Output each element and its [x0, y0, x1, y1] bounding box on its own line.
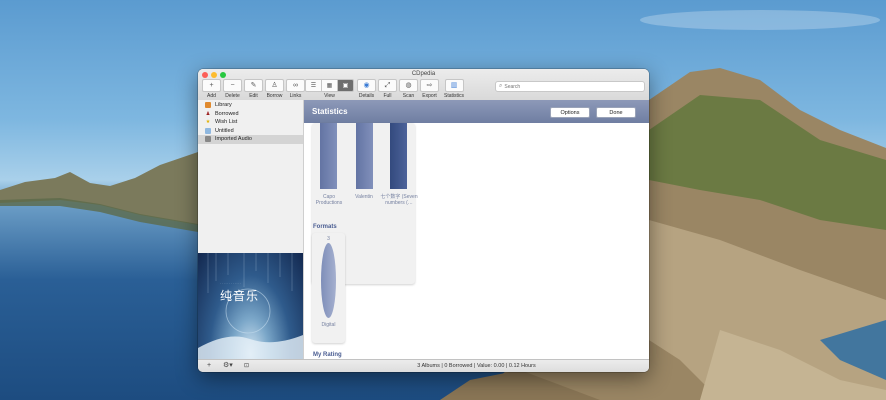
scan-label: Scan: [402, 93, 415, 99]
chart-label-capo-productions: Capo Productions: [315, 194, 343, 206]
page-title: Statistics: [312, 107, 348, 116]
delete-button[interactable]: − Delete: [223, 79, 242, 99]
formats-section-title: Formats: [313, 224, 337, 230]
delete-label: Delete: [225, 93, 240, 99]
grid-view-icon[interactable]: ▦: [322, 80, 338, 91]
cover-view-icon[interactable]: ▣: [338, 80, 353, 91]
title-bar: CDpedia + Add − Delete ✎ Edit ♙ Borrow ∞…: [198, 69, 649, 101]
fullscreen-icon: ⤢: [378, 79, 397, 92]
imported-audio-icon: [205, 136, 211, 143]
sidebar-item-label: Imported Audio: [215, 136, 252, 143]
links-button[interactable]: ∞ Links: [286, 79, 305, 99]
edit-label: Edit: [249, 93, 258, 99]
album-artwork: · · · · · · · · · · · · 纯音乐: [198, 253, 303, 359]
statistics-label: Statistics: [444, 93, 465, 99]
borrow-button[interactable]: ♙ Borrow: [265, 79, 284, 99]
add-label: Add: [207, 93, 216, 99]
chart-value-digital: 3: [327, 236, 330, 242]
statistics-button[interactable]: ▥ Statistics: [444, 79, 464, 99]
view-label: View: [324, 93, 335, 99]
sidebar-item-label: Untitled: [215, 127, 234, 134]
status-text: 3 Albums | 0 Borrowed | Value: 0.00 | 0.…: [417, 363, 536, 369]
export-icon: ⇨: [420, 79, 439, 92]
chart-label-seven-numbers: 七个数字 (Seven numbers (…: [380, 194, 418, 206]
gear-icon[interactable]: ⚙▾: [223, 362, 233, 370]
full-label: Full: [383, 93, 392, 99]
sidebar-toggle-icon[interactable]: ⊡: [244, 362, 249, 370]
pencil-icon: ✎: [244, 79, 263, 92]
sidebar-item-imported-audio[interactable]: Imported Audio: [198, 135, 303, 144]
chart-bar-capo-productions: [320, 123, 337, 189]
links-label: Links: [289, 93, 302, 99]
statistics-header: Statistics Options Done: [304, 100, 649, 123]
borrow-label: Borrow: [266, 93, 283, 99]
sidebar-item-untitled[interactable]: Untitled: [198, 127, 303, 136]
rating-section-title: My Rating: [313, 352, 342, 358]
sidebar-item-wish-list[interactable]: ★ Wish List: [198, 118, 303, 127]
sidebar: Library ♟ Borrowed ★ Wish List Untitled …: [198, 100, 304, 359]
library-icon: [205, 102, 211, 109]
artwork-subtitle: · · · · · · · · · · · ·: [220, 281, 242, 285]
add-button[interactable]: + Add: [202, 79, 221, 99]
search-input[interactable]: [502, 83, 625, 90]
list-view-icon[interactable]: ☰: [306, 80, 322, 91]
person-icon: ♟: [205, 110, 211, 117]
done-button[interactable]: Done: [596, 107, 636, 118]
window-title: CDpedia: [411, 71, 436, 77]
eye-icon: ◉: [357, 79, 376, 92]
sidebar-item-library[interactable]: Library: [198, 101, 303, 110]
options-button[interactable]: Options: [550, 107, 590, 118]
person-icon: ♙: [265, 79, 284, 92]
chart-label-digital: Digital: [321, 322, 336, 328]
details-button[interactable]: ◉ Details: [357, 79, 376, 99]
chart-bar-valentin: [356, 123, 373, 189]
search-field[interactable]: ⌕: [495, 81, 645, 92]
edit-button[interactable]: ✎ Edit: [244, 79, 263, 99]
bottom-bar: + ⚙▾ ⊡ 3 Albums | 0 Borrowed | Value: 0.…: [198, 359, 649, 372]
plus-icon: +: [202, 79, 221, 92]
full-button[interactable]: ⤢ Full: [378, 79, 397, 99]
sidebar-item-label: Borrowed: [215, 110, 239, 117]
sidebar-item-label: Library: [215, 102, 232, 109]
bar-chart-icon: ▥: [444, 79, 464, 92]
chart-bar-seven-numbers: [390, 123, 407, 189]
scan-button[interactable]: ◍ Scan: [399, 79, 418, 99]
statistics-panel: Statistics Options Done Capo Productions…: [304, 100, 649, 359]
camera-icon: ◍: [399, 79, 418, 92]
sidebar-item-borrowed[interactable]: ♟ Borrowed: [198, 110, 303, 119]
chart-bar-digital: [321, 243, 336, 318]
artwork-title: 纯音乐: [220, 289, 260, 303]
chart-label-valentin: Valentin: [355, 194, 373, 200]
details-label: Details: [358, 93, 375, 99]
export-button[interactable]: ⇨ Export: [420, 79, 439, 99]
minus-icon: −: [223, 79, 242, 92]
add-icon[interactable]: +: [207, 362, 211, 370]
link-icon: ∞: [286, 79, 305, 92]
export-label: Export: [422, 93, 437, 99]
cdpedia-window: CDpedia + Add − Delete ✎ Edit ♙ Borrow ∞…: [198, 69, 649, 372]
star-icon: ★: [205, 119, 211, 126]
view-segmented-control: ☰ ▦ ▣ View: [305, 79, 354, 99]
folder-icon: [205, 127, 211, 134]
sidebar-item-label: Wish List: [215, 119, 238, 126]
